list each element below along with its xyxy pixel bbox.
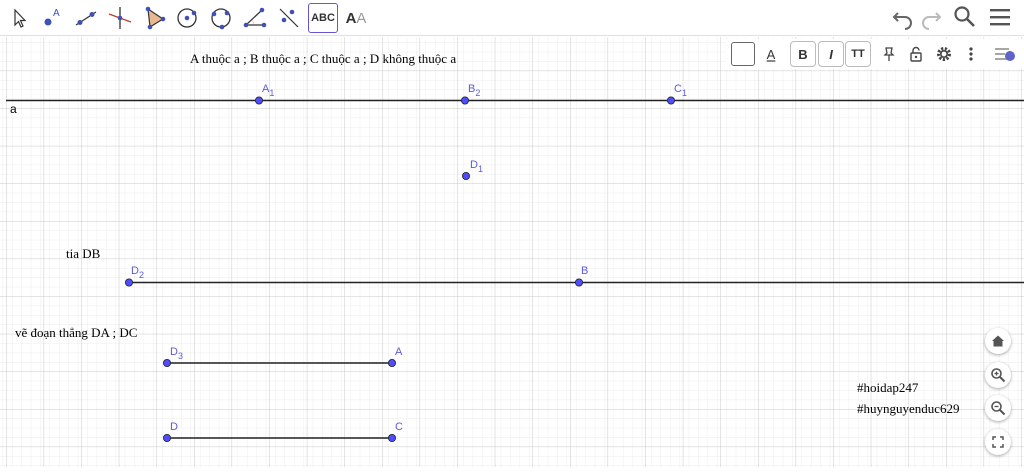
italic-button[interactable]: I: [818, 41, 844, 67]
point-d1-subscript: 1: [478, 164, 483, 174]
style-bar: A B I TT: [726, 39, 1024, 69]
undo-button[interactable]: [890, 4, 916, 35]
fullscreen-icon: [992, 436, 1004, 448]
point-b-label: B: [581, 265, 588, 277]
graphics-view[interactable]: A1 B2 C1 D1 D2 B D3 A D C A thuộc a ; B …: [0, 37, 1024, 467]
zoom-out-button[interactable]: [985, 395, 1011, 421]
text-size-button[interactable]: TT: [845, 41, 871, 67]
text-tool-label: ABC: [311, 12, 335, 24]
point-d-label: D: [170, 421, 178, 433]
point-d3-label: D: [170, 346, 178, 358]
search-icon: [954, 6, 975, 27]
lock-icon: [910, 46, 922, 62]
fullscreen-button[interactable]: [985, 429, 1011, 455]
slider-text-tool-label: AA: [346, 10, 367, 27]
toggle-style-bar-icon: [995, 48, 1015, 61]
circle-center-point-tool-icon: [177, 8, 197, 28]
line-a-label[interactable]: a: [10, 102, 17, 116]
toggle-style-bar-button[interactable]: [992, 41, 1018, 67]
point-b2-label: B: [468, 83, 475, 95]
menu-button[interactable]: [987, 4, 1013, 35]
reflect-tool-icon: [279, 8, 299, 28]
segment-caption[interactable]: vẽ đoạn thẳng DA ; DC: [15, 325, 137, 341]
perpendicular-line-tool-icon: [108, 7, 132, 29]
line-a-caption[interactable]: A thuộc a ; B thuộc a ; C thuộc a ; D kh…: [190, 51, 456, 67]
background-color-button[interactable]: [731, 42, 755, 66]
polygon-tool-icon: [145, 6, 166, 30]
redo-button[interactable]: [918, 4, 944, 35]
point-c-label: C: [395, 421, 403, 433]
point-c1-subscript: 1: [682, 88, 687, 98]
circle-three-points-tool-button[interactable]: [206, 3, 236, 33]
zoom-in-icon: [991, 368, 1006, 383]
redo-icon: [922, 12, 942, 30]
point-tool-button[interactable]: A: [37, 3, 67, 33]
perpendicular-line-tool-button[interactable]: [105, 3, 135, 33]
point-c1-label: C: [674, 83, 682, 95]
home-button[interactable]: [985, 328, 1011, 354]
pin-icon: [883, 47, 895, 61]
slider-text-dark-letter: A: [345, 9, 357, 27]
more-icon: [969, 47, 973, 61]
bold-button[interactable]: B: [790, 41, 816, 67]
more-button[interactable]: [958, 41, 984, 67]
home-icon: [992, 335, 1004, 347]
text-color-button[interactable]: A: [758, 41, 784, 67]
pin-button[interactable]: [876, 41, 902, 67]
slider-text-light-letter: A: [356, 9, 367, 27]
circle-center-point-tool-button[interactable]: [172, 3, 202, 33]
zoom-out-icon: [991, 401, 1006, 416]
line-tool-icon: [75, 11, 97, 26]
text-color-label: A: [766, 46, 776, 62]
point-tool-label: A: [53, 8, 60, 19]
point-b2-subscript: 2: [475, 88, 480, 98]
move-tool-icon: [14, 8, 27, 28]
lock-button[interactable]: [903, 41, 929, 67]
hashtag-huynguyenduc629[interactable]: #huynguyenduc629: [857, 401, 960, 417]
reflect-tool-button[interactable]: [274, 3, 304, 33]
toolbar: A ABC AA: [0, 0, 1024, 36]
text-tool-button[interactable]: ABC: [308, 3, 338, 33]
point-d3-subscript: 3: [178, 351, 183, 361]
circle-three-points-tool-icon: [211, 8, 231, 30]
menu-icon: [990, 9, 1010, 26]
search-button[interactable]: [952, 4, 978, 35]
polygon-tool-button[interactable]: [139, 3, 169, 33]
angle-tool-icon: [243, 7, 267, 28]
point-a-label: A: [395, 346, 403, 358]
zoom-in-button[interactable]: [985, 362, 1011, 388]
point-d2-label: D: [131, 265, 139, 277]
hashtag-hoidap247[interactable]: #hoidap247: [857, 380, 918, 396]
point-d2-subscript: 2: [139, 270, 144, 280]
move-tool-button[interactable]: [4, 3, 34, 33]
point-a1-subscript: 1: [269, 88, 274, 98]
point-d1-label: D: [470, 159, 478, 171]
settings-button[interactable]: [931, 41, 957, 67]
angle-tool-button[interactable]: [240, 3, 270, 33]
ray-caption[interactable]: tia DB: [66, 246, 100, 262]
point-tool-icon: A: [44, 8, 60, 26]
settings-icon: [937, 47, 951, 61]
undo-icon: [892, 12, 912, 30]
slider-text-tool-button[interactable]: AA: [341, 3, 371, 33]
line-tool-button[interactable]: [71, 3, 101, 33]
